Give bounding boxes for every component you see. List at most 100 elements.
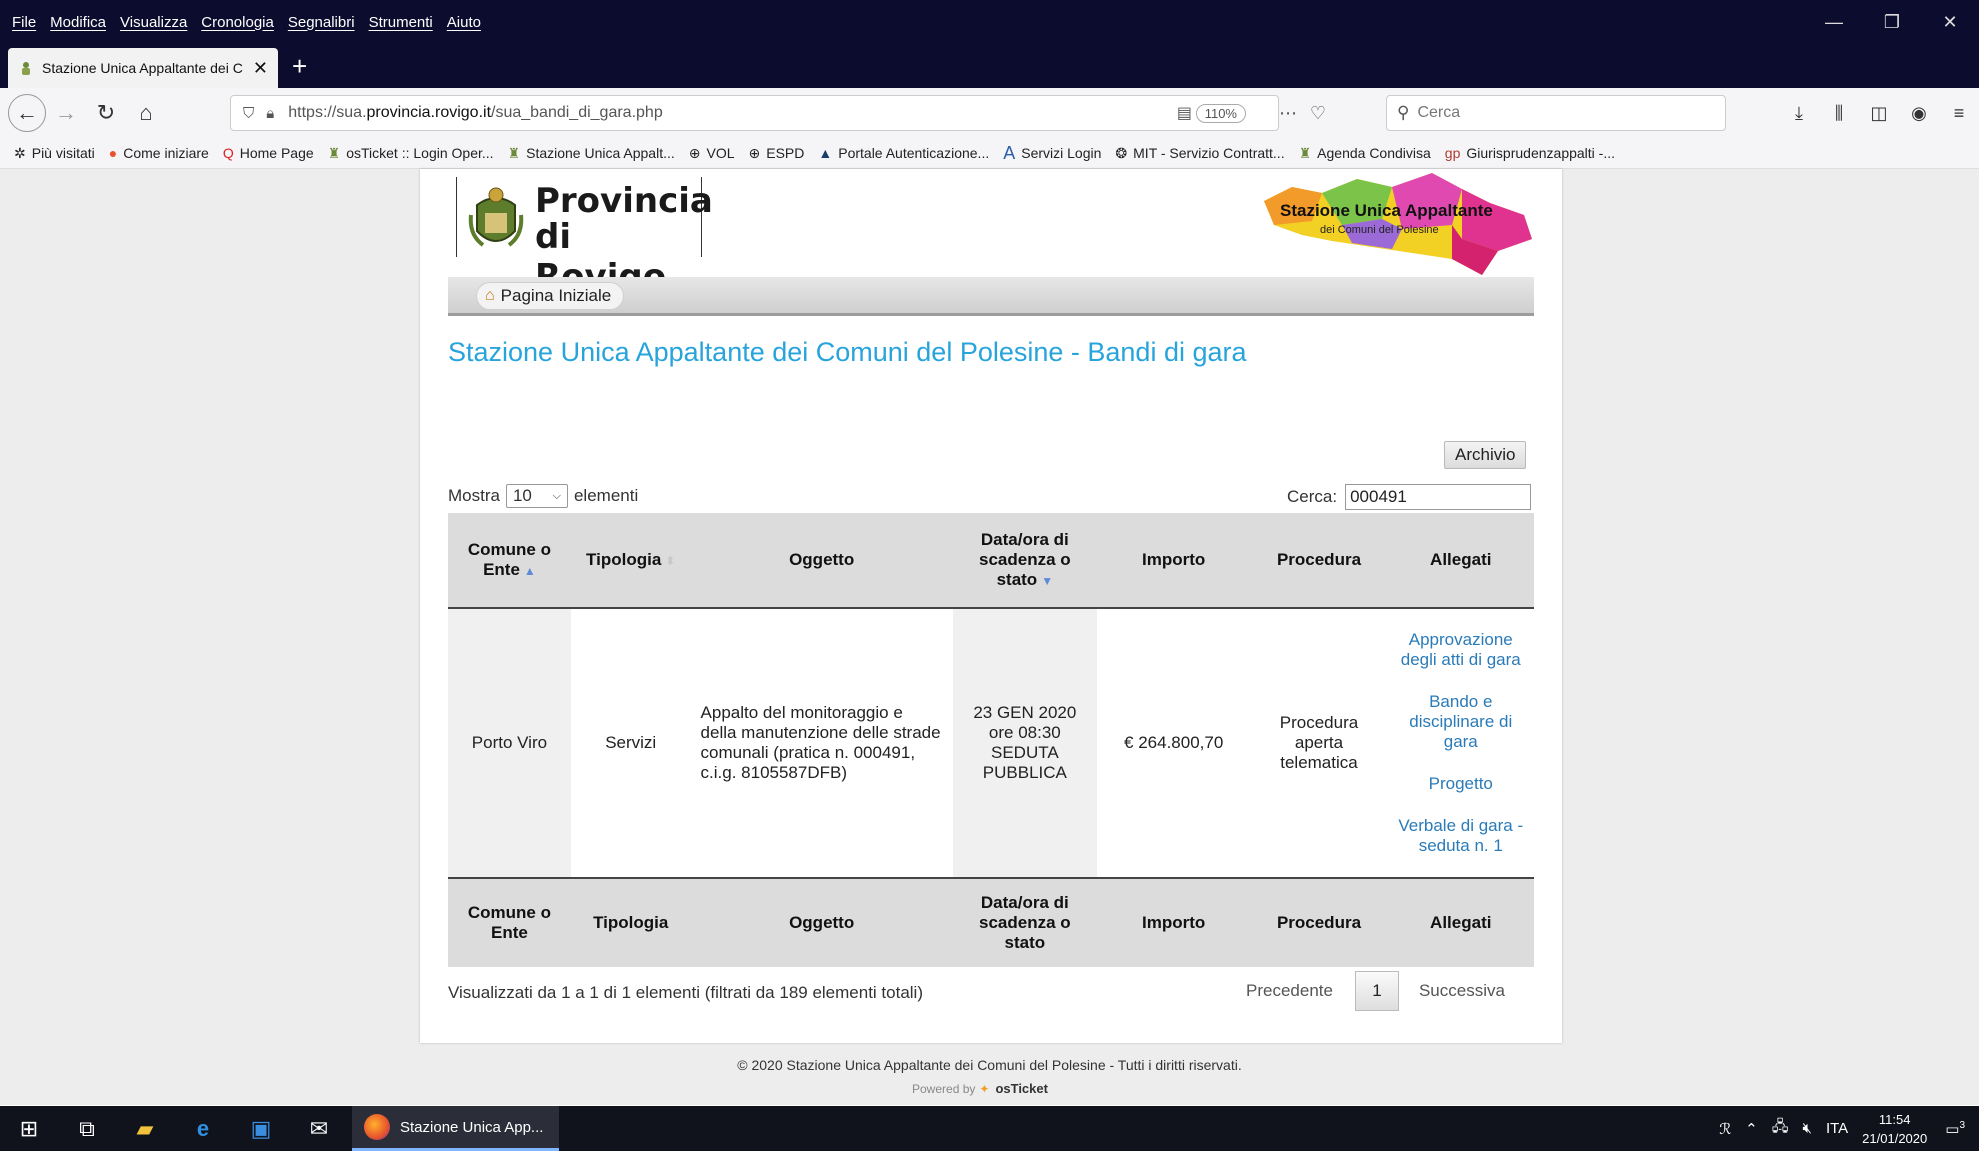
allegato-link-bando[interactable]: Bando e disciplinare di gara <box>1398 692 1525 752</box>
col-tipologia[interactable]: Tipologia ⬍ <box>570 513 691 609</box>
reader-view-icon[interactable]: ▤ <box>1177 103 1192 123</box>
bookmark-osticket[interactable]: ♜ osTicket :: Login Oper... <box>328 145 494 162</box>
network-icon[interactable]: 🖧︎ <box>1772 1116 1789 1141</box>
menu-aiuto[interactable]: Aiuto <box>447 14 481 31</box>
notifications-icon[interactable]: ▭3 <box>1945 1120 1965 1138</box>
bookmark-mit[interactable]: ❂ MIT - Servizio Contratt... <box>1115 145 1284 162</box>
mail-icon[interactable]: ✉ <box>290 1116 348 1142</box>
sidebar-icon[interactable]: ◫ <box>1859 103 1899 124</box>
system-tray: ℛ ⌃ 🖧︎ 🔇︎ ITA 11:54 21/01/2020 ▭3 <box>1719 1106 1979 1151</box>
logo-line-1: Provincia <box>535 181 713 221</box>
col-scadenza[interactable]: Data/ora di scadenza o stato ▼ <box>952 513 1097 609</box>
edge-icon[interactable]: e <box>174 1116 232 1142</box>
people-icon[interactable]: ℛ <box>1719 1120 1731 1138</box>
chevron-up-icon[interactable]: ⌃ <box>1745 1120 1758 1138</box>
bookmark-stazione-unica[interactable]: ♜ Stazione Unica Appalt... <box>508 145 675 162</box>
url-text: https://sua.provincia.rovigo.it/sua_band… <box>288 104 663 121</box>
bookmark-piu-visitati[interactable]: ✲ Più visitati <box>14 145 95 162</box>
cell-importo: € 264.800,70 <box>1124 733 1224 752</box>
more-actions-icon[interactable]: ⋯ <box>1279 103 1298 124</box>
close-window-icon[interactable]: ✕ <box>1921 0 1979 44</box>
next-page-button[interactable]: Successiva <box>1419 981 1505 1001</box>
new-tab-icon[interactable]: + <box>292 51 307 82</box>
shield-icon[interactable]: ⛉ <box>243 105 254 122</box>
toolbar-right: ⤓ ⫼ ◫ ◉ ≡ <box>1779 88 1979 138</box>
provincia-logo[interactable]: Provincia di Rovigo <box>456 177 713 297</box>
pagination: Precedente 1 Successiva <box>1246 971 1505 1011</box>
cell-comune: Porto Viro <box>448 608 571 878</box>
allegato-link-progetto[interactable]: Progetto <box>1398 774 1525 794</box>
taskbar-firefox-app[interactable]: Stazione Unica App... <box>352 1106 560 1151</box>
menu-strumenti[interactable]: Strumenti <box>369 14 433 31</box>
account-icon[interactable]: ◉ <box>1899 103 1939 124</box>
zoom-level[interactable]: 110% <box>1195 103 1246 123</box>
library-icon[interactable]: ⫼ <box>1819 103 1859 124</box>
a-icon: A <box>1003 142 1016 163</box>
home-nav-link[interactable]: ⌂ Pagina Iniziale <box>476 282 625 310</box>
windows-start-icon[interactable]: ⊞ <box>0 1116 58 1142</box>
language-indicator[interactable]: ITA <box>1826 1120 1848 1137</box>
powered-by-brand: osTicket <box>995 1081 1048 1096</box>
bookmark-agenda-condivisa[interactable]: ♜ Agenda Condivisa <box>1299 145 1431 162</box>
sort-descending-icon: ▼ <box>1041 574 1054 588</box>
sua-logo[interactable]: Stazione Unica Appaltante dei Comuni del… <box>1262 169 1542 275</box>
home-icon[interactable]: ⌂ <box>126 93 166 133</box>
col-allegati: Allegati <box>1387 513 1534 609</box>
download-icon[interactable]: ⤓ <box>1779 103 1819 124</box>
bookmark-espd[interactable]: ⊕ ESPD <box>749 145 805 162</box>
table-search-input[interactable]: 000491 <box>1345 484 1532 510</box>
bookmark-home-page[interactable]: Q Home Page <box>223 145 314 161</box>
archivio-button[interactable]: Archivio <box>1444 441 1527 469</box>
reload-icon[interactable]: ↻ <box>86 93 126 133</box>
foot-importo: Importo <box>1096 877 1251 967</box>
bookmark-come-iniziare[interactable]: ● Come iniziare <box>109 145 209 161</box>
url-bar[interactable]: ⛉ 🔒︎ https://sua.provincia.rovigo.it/sua… <box>230 95 1326 131</box>
bookmark-giurisprudenzappalti[interactable]: gp Giurisprudenzappalti -... <box>1445 145 1615 161</box>
search-placeholder: Cerca <box>1417 104 1461 121</box>
restore-icon[interactable]: ❐ <box>1863 0 1921 44</box>
back-icon[interactable]: ← <box>8 94 46 132</box>
allegato-link-verbale[interactable]: Verbale di gara - seduta n. 1 <box>1398 816 1525 856</box>
sort-ascending-icon: ▲ <box>523 564 536 578</box>
page-length-select[interactable]: 10 ⌵ <box>505 484 568 508</box>
menu-modifica[interactable]: Modifica <box>50 14 106 31</box>
close-tab-icon[interactable]: ✕ <box>253 58 268 79</box>
osticket-logo-icon: ✦ <box>979 1081 990 1096</box>
prev-page-button[interactable]: Precedente <box>1246 981 1333 1001</box>
task-view-icon[interactable]: ⧉ <box>58 1116 116 1142</box>
tab-active[interactable]: Stazione Unica Appaltante dei C ✕ <box>8 48 278 88</box>
chevron-down-icon: ⌵ <box>552 489 561 502</box>
polesine-map-icon <box>1264 173 1532 275</box>
minimize-icon[interactable]: — <box>1805 0 1863 44</box>
col-procedura: Procedura <box>1250 513 1388 609</box>
media-player-icon[interactable]: ▣ <box>232 1116 290 1142</box>
firefox-icon <box>364 1114 390 1140</box>
menu-cronologia[interactable]: Cronologia <box>201 14 274 31</box>
page-title: Stazione Unica Appaltante dei Comuni del… <box>448 337 1247 367</box>
clock[interactable]: 11:54 21/01/2020 <box>1862 1110 1927 1148</box>
pocket-icon[interactable]: ♡ <box>1310 103 1326 124</box>
window-controls: — ❐ ✕ <box>1805 0 1979 44</box>
col-comune[interactable]: Comune o Ente ▲ <box>448 513 571 609</box>
bookmark-servizi-login[interactable]: A Servizi Login <box>1003 143 1101 164</box>
col-oggetto: Oggetto <box>690 513 953 609</box>
allegato-link-approvazione[interactable]: Approvazione degli atti di gara <box>1398 630 1525 670</box>
menu-segnalibri[interactable]: Segnalibri <box>288 14 355 31</box>
bookmarks-toolbar: ✲ Più visitati ● Come iniziare Q Home Page … <box>0 138 1979 169</box>
menu-visualizza[interactable]: Visualizza <box>120 14 187 31</box>
menu-file[interactable]: File <box>12 14 36 31</box>
powered-by[interactable]: Powered by ✦ osTicket <box>912 1081 1048 1096</box>
crest-icon: ♜ <box>327 144 341 161</box>
crest-icon <box>468 187 524 247</box>
browser-search-input[interactable]: ⚲ Cerca <box>1386 95 1726 131</box>
hamburger-menu-icon[interactable]: ≡ <box>1939 103 1979 124</box>
volume-muted-icon[interactable]: 🔇︎ <box>1802 1120 1811 1137</box>
bookmark-vol[interactable]: ⊕ VOL <box>689 145 735 162</box>
file-explorer-icon[interactable]: ▰ <box>116 1116 174 1142</box>
gp-icon: gp <box>1444 145 1461 161</box>
forward-icon[interactable]: → <box>46 93 86 133</box>
table-search: Cerca: 000491 <box>1287 484 1532 510</box>
bookmark-portale-autenticazione[interactable]: ▲ Portale Autenticazione... <box>818 145 989 161</box>
page-1-button[interactable]: 1 <box>1354 971 1399 1011</box>
lock-icon[interactable]: 🔒︎ <box>266 105 274 122</box>
